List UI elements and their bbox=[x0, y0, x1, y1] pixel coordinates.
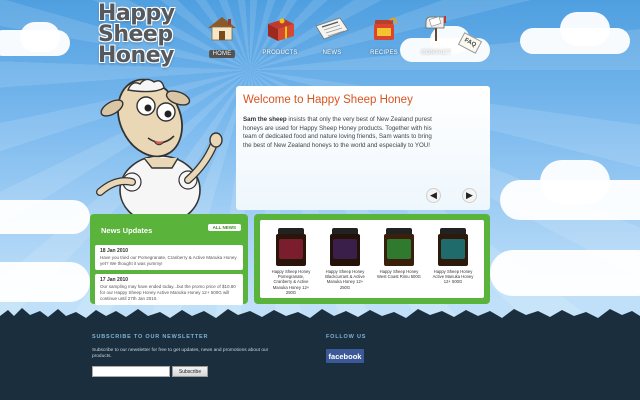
honey-jar-image bbox=[330, 228, 360, 266]
site-logo[interactable]: Happy Sheep Honey bbox=[98, 1, 188, 68]
news-date: 18 Jan 2010 bbox=[100, 248, 129, 254]
nav-products[interactable]: PRODUCTS bbox=[254, 14, 306, 64]
jar-label bbox=[279, 239, 303, 259]
product-card[interactable]: Happy Sheep Honey Active Manuka Honey 12… bbox=[430, 224, 476, 298]
nav-contact[interactable]: CONTACT bbox=[410, 14, 462, 64]
honey-pot-icon bbox=[366, 14, 402, 42]
welcome-title: Welcome to Happy Sheep Honey bbox=[243, 94, 413, 106]
news-text: Our sampling may have ended today...but … bbox=[100, 284, 236, 301]
nav-recipes[interactable]: RECIPES bbox=[358, 14, 410, 64]
logo-line-2: Sheep bbox=[98, 22, 173, 47]
welcome-panel: Welcome to Happy Sheep Honey Sam the she… bbox=[236, 86, 490, 210]
house-icon bbox=[204, 14, 240, 42]
newsletter-heading: SUBSCRIBE TO OUR NEWSLETTER bbox=[92, 334, 209, 340]
prev-slide-button[interactable]: ◀ bbox=[426, 188, 441, 203]
nav-home-label: HOME bbox=[208, 50, 236, 58]
sheep-mascot-illustration bbox=[88, 68, 238, 225]
site-footer bbox=[0, 320, 640, 400]
arrow-left-icon: ◀ bbox=[430, 190, 437, 200]
nav-news[interactable]: NEWS bbox=[306, 14, 358, 64]
follow-heading: FOLLOW US bbox=[326, 334, 367, 340]
welcome-lead: Sam the sheep bbox=[243, 116, 287, 123]
news-item[interactable]: 18 Jan 2010 Have you tried our Pomegrana… bbox=[95, 245, 243, 270]
newsletter-email-input[interactable] bbox=[92, 366, 170, 377]
news-panel: News Updates ALL NEWS 18 Jan 2010 Have y… bbox=[90, 214, 248, 305]
honey-jar-image bbox=[438, 228, 468, 266]
news-date: 17 Jan 2010 bbox=[100, 277, 129, 283]
jar-label bbox=[387, 239, 411, 259]
news-title: News Updates bbox=[101, 226, 153, 235]
newsletter-text: Subscribe to our newsletter for free to … bbox=[92, 348, 269, 359]
product-name: Happy Sheep Honey Pomegranate, Cranberry… bbox=[271, 269, 311, 295]
jar-label bbox=[441, 239, 465, 259]
nav-home[interactable]: HOME bbox=[204, 14, 240, 64]
nav-news-label: NEWS bbox=[322, 50, 342, 56]
next-slide-button[interactable]: ▶ bbox=[462, 188, 477, 203]
product-card[interactable]: Happy Sheep Honey Blackcurrant & Active … bbox=[322, 224, 368, 298]
jar-label bbox=[333, 239, 357, 259]
honey-jar-image bbox=[384, 228, 414, 266]
product-name: Happy Sheep Honey Active Manuka Honey 12… bbox=[432, 269, 474, 285]
product-name: Happy Sheep Honey West Coast Rimu 500G bbox=[377, 269, 421, 280]
news-text: Have you tried our Pomegranate, Cranberr… bbox=[100, 255, 237, 266]
products-panel: Happy Sheep Honey Pomegranate, Cranberry… bbox=[254, 214, 490, 304]
product-name: Happy Sheep Honey Blackcurrant & Active … bbox=[325, 269, 365, 290]
arrow-right-icon: ▶ bbox=[466, 190, 473, 200]
newspaper-icon bbox=[314, 14, 350, 42]
mailbox-icon bbox=[418, 14, 454, 42]
all-news-button[interactable]: ALL NEWS bbox=[207, 224, 241, 231]
gift-box-icon bbox=[262, 14, 298, 42]
welcome-body: Sam the sheep insists that only the very… bbox=[243, 116, 433, 150]
logo-line-3: Honey bbox=[98, 43, 174, 68]
nav-contact-label: CONTACT bbox=[421, 50, 451, 56]
nav-products-label: PRODUCTS bbox=[262, 50, 298, 56]
logo-line-1: Happy bbox=[98, 1, 175, 26]
product-card[interactable]: Happy Sheep Honey West Coast Rimu 500G bbox=[376, 224, 422, 298]
news-item[interactable]: 17 Jan 2010 Our sampling may have ended … bbox=[95, 274, 243, 305]
nav-recipes-label: RECIPES bbox=[370, 50, 398, 56]
facebook-button[interactable]: facebook bbox=[326, 349, 364, 363]
main-nav: HOME PRODUCTS NEWS RECIPES CONTACT bbox=[204, 14, 462, 64]
honey-jar-image bbox=[276, 228, 306, 266]
product-card[interactable]: Happy Sheep Honey Pomegranate, Cranberry… bbox=[268, 224, 314, 298]
subscribe-button[interactable]: Subscribe bbox=[172, 366, 208, 377]
